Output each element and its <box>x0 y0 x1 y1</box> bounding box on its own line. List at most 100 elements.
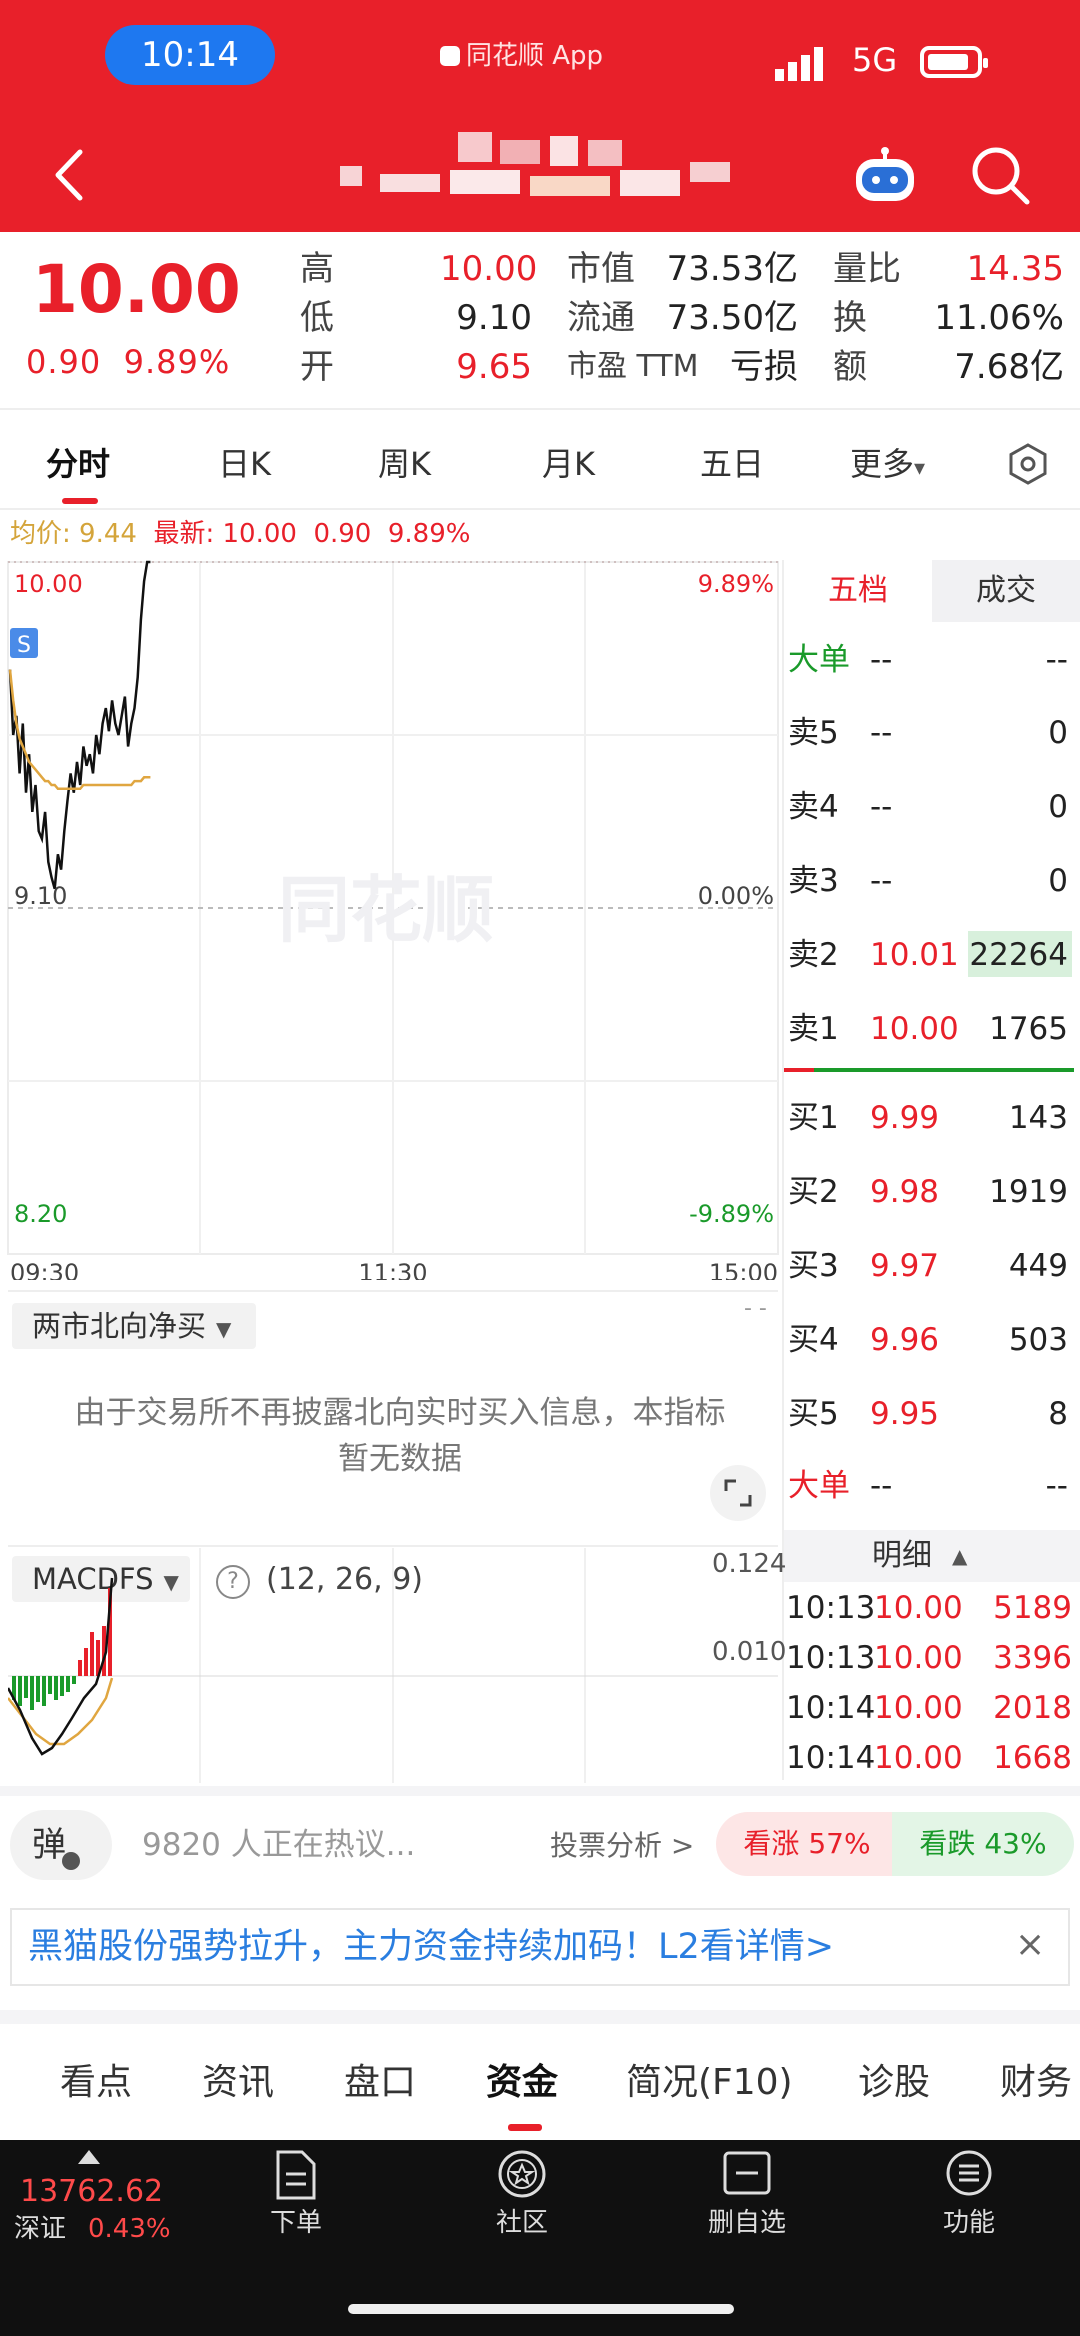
menu-icon[interactable] <box>944 2148 994 2198</box>
bid-3-price: 9.97 <box>870 1248 940 1284</box>
discussion-count[interactable]: 9820 人正在热议... <box>142 1822 415 1868</box>
vote-analysis-link[interactable]: 投票分析 > <box>550 1824 694 1868</box>
trade-4-volume: 1668 <box>993 1740 1072 1776</box>
trade-detail-header[interactable] <box>784 1530 1080 1582</box>
change-percent: 9.89% <box>123 343 231 381</box>
ask-5-price: -- <box>870 715 893 751</box>
tab-monthly-k[interactable]: 月K <box>542 442 595 486</box>
macd-chart[interactable] <box>8 1548 778 1783</box>
big-order-volume: -- <box>1045 642 1068 678</box>
bid-2-volume: 1919 <box>989 1174 1068 1210</box>
indicator-selector-northbound[interactable]: 两市北向净买 ▼ <box>12 1303 256 1349</box>
bid-2-price: 9.98 <box>870 1174 940 1210</box>
pct-axis-high: 9.89% <box>698 570 774 598</box>
bid-2-label: 买2 <box>788 1174 839 1210</box>
ask-2-label: 卖2 <box>788 937 839 973</box>
last-price: 10.00 <box>32 251 241 328</box>
tab-five-day[interactable]: 五日 <box>700 442 764 486</box>
ask-3-price: -- <box>870 863 893 899</box>
status-time: 10:14 <box>105 25 275 85</box>
big-order-price-2: -- <box>870 1468 893 1504</box>
trade-1-volume: 5189 <box>993 1590 1072 1626</box>
tab-news[interactable]: 资讯 <box>202 2058 274 2108</box>
settings-hexagon-icon[interactable] <box>1006 442 1050 486</box>
amount-label: 额 <box>833 347 867 387</box>
expand-icon[interactable] <box>710 1465 766 1521</box>
bid-1-volume: 143 <box>1008 1100 1068 1136</box>
community-icon[interactable] <box>496 2148 548 2200</box>
tab-daily-k[interactable]: 日K <box>218 442 271 486</box>
ask-2-price: 10.01 <box>870 937 959 973</box>
source-app-label: 同花顺 App <box>440 38 603 74</box>
home-indicator[interactable] <box>348 2304 734 2314</box>
close-icon[interactable]: × <box>1015 1920 1045 1970</box>
active-tab-indicator <box>62 498 98 504</box>
tab-f10[interactable]: 简况(F10) <box>626 2058 793 2108</box>
pe-value: 亏损 <box>730 347 798 387</box>
pe-label: 市盈 TTM <box>567 349 699 384</box>
volume-ratio-label: 量比 <box>833 249 901 289</box>
bid-1-label: 买1 <box>788 1100 839 1136</box>
tab-financials[interactable]: 财务 <box>1000 2058 1072 2108</box>
caret-up-icon <box>78 2150 100 2164</box>
nav-community[interactable]: 社区 <box>452 2206 592 2240</box>
high-value: 10.00 <box>440 249 538 289</box>
chevron-down-icon: ▾ <box>914 456 926 481</box>
bid-ask-ratio-bar <box>784 1068 1074 1072</box>
nav-functions[interactable]: 功能 <box>899 2206 1039 2240</box>
tab-diagnosis[interactable]: 诊股 <box>858 2058 930 2108</box>
ask-4-label: 卖4 <box>788 789 839 825</box>
bid-3-volume: 449 <box>1008 1248 1068 1284</box>
order-icon[interactable] <box>272 2150 318 2200</box>
indicator-selector-label: 两市北向净买 <box>32 1309 207 1343</box>
big-order-volume-2: -- <box>1045 1468 1068 1504</box>
big-order-label-2: 大单 <box>788 1468 850 1504</box>
tab-funds[interactable]: 资金 <box>486 2058 558 2108</box>
pct-axis-low: -9.89% <box>689 1200 774 1228</box>
network-type: 5G <box>852 41 898 79</box>
indicator-dashes: - - <box>744 1296 767 1321</box>
order-book-divider <box>782 560 784 1780</box>
index-name: 深证 <box>14 2214 67 2244</box>
remove-watchlist-icon[interactable] <box>722 2150 772 2196</box>
promo-banner-text[interactable]: 黑猫股份强势拉升，主力资金持续加码！L2看详情> <box>28 1924 834 1970</box>
nav-remove-watchlist[interactable]: 删自选 <box>677 2206 817 2240</box>
tab-intraday[interactable]: 分时 <box>46 442 110 486</box>
bid-5-price: 9.95 <box>870 1396 940 1432</box>
ask-4-volume: 0 <box>1048 789 1068 825</box>
divider <box>0 408 1080 410</box>
turnover-value: 11.06% <box>934 298 1064 338</box>
nav-order[interactable]: 下单 <box>226 2206 366 2240</box>
signal-marker-label: S <box>17 633 31 658</box>
tab-five-level[interactable]: 五档 <box>784 560 932 622</box>
bid-4-price: 9.96 <box>870 1322 940 1358</box>
tab-weekly-k[interactable]: 周K <box>378 442 431 486</box>
trade-3-price: 10.00 <box>874 1690 963 1726</box>
ask-1-label: 卖1 <box>788 1011 839 1047</box>
bullet-comment-button[interactable]: 弹 <box>10 1810 112 1880</box>
price-axis-high: 10.00 <box>14 570 83 598</box>
low-label: 低 <box>300 298 334 338</box>
vote-bearish-button[interactable]: 看跌 43% <box>892 1812 1074 1876</box>
assistant-bot-icon[interactable] <box>850 145 920 205</box>
tab-handicap[interactable]: 盘口 <box>344 2058 416 2108</box>
vote-bullish-button[interactable]: 看涨 57% <box>716 1812 898 1876</box>
northbound-notice-line1: 由于交易所不再披露北向实时买入信息，本指标 <box>74 1395 726 1431</box>
search-icon[interactable] <box>965 140 1035 210</box>
trade-2-time: 10:13 <box>786 1640 876 1676</box>
index-value[interactable]: 13762.62 <box>20 2172 163 2212</box>
ask-2-volume: 22264 <box>969 937 1068 973</box>
divider <box>8 1545 778 1547</box>
macd-histogram <box>12 1588 112 1710</box>
tab-more[interactable]: 更多▾ <box>850 442 925 491</box>
tab-highlights[interactable]: 看点 <box>60 2058 132 2108</box>
chart-watermark: 同花顺 <box>278 871 494 951</box>
app-logo-icon <box>440 46 460 66</box>
price-change: 0.90 9.89% <box>26 340 230 384</box>
bid-3-label: 买3 <box>788 1248 839 1284</box>
trade-1-price: 10.00 <box>874 1590 963 1626</box>
back-icon[interactable] <box>40 140 100 210</box>
intraday-chart[interactable]: 同花顺 10.00 9.10 8.20 9.89% 0.00% -9.89% 0… <box>0 540 784 1280</box>
tab-trades[interactable]: 成交 <box>932 560 1080 622</box>
trade-1-time: 10:13 <box>786 1590 876 1626</box>
